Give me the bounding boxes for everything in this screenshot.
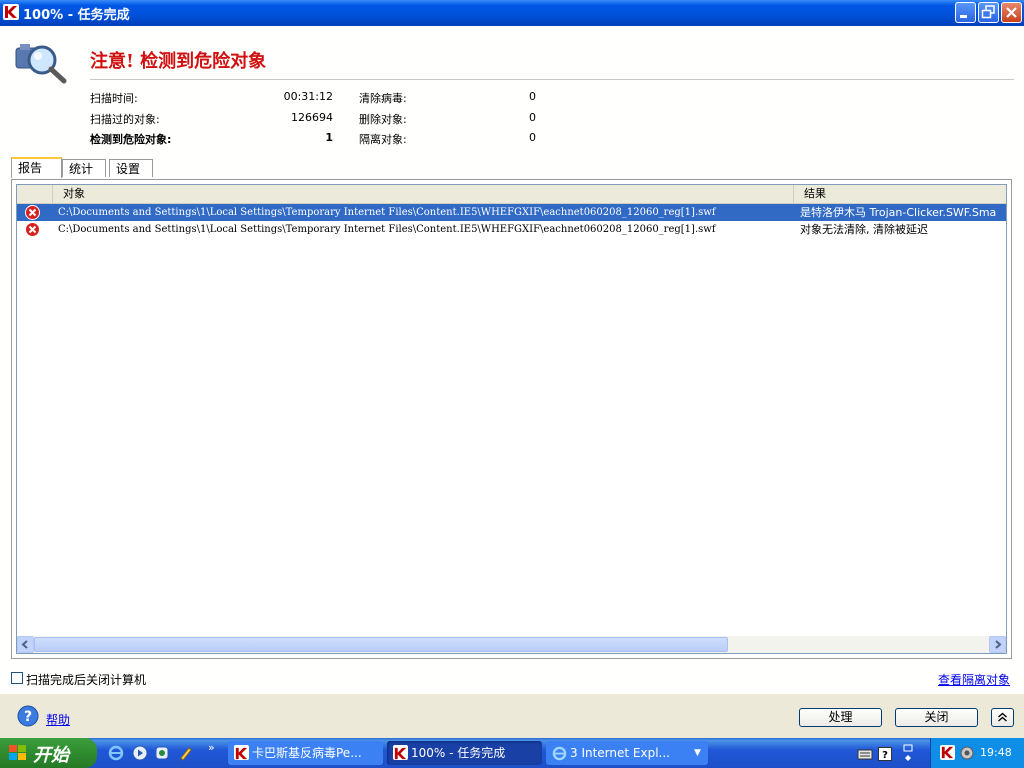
- ie-taskbar-icon: [552, 745, 567, 765]
- messenger-quicklaunch-icon[interactable]: [154, 745, 170, 761]
- language-help-tray-icon[interactable]: ?: [878, 747, 894, 763]
- list-header: 对象 结果: [17, 185, 1006, 204]
- help-icon[interactable]: ?: [17, 705, 39, 730]
- kaspersky-taskbar-icon: [393, 745, 408, 760]
- divider: [90, 79, 1014, 80]
- deleted-value: 0: [529, 111, 536, 124]
- object-result: 是特洛伊木马 Trojan-Clicker.SWF.Sma: [800, 206, 997, 219]
- windows-logo-icon: [9, 745, 27, 766]
- taskbar-item-kaspersky[interactable]: 卡巴斯基反病毒Pe...: [228, 741, 383, 765]
- object-path: C:\Documents and Settings\1\Local Settin…: [58, 224, 716, 235]
- column-header-result[interactable]: 结果: [794, 185, 1006, 203]
- scanned-objects-value: 126694: [291, 111, 333, 124]
- report-panel: 对象 结果 C:\Documents and Settings\1\Local …: [11, 179, 1012, 659]
- process-button[interactable]: 处理: [799, 708, 882, 727]
- object-path: C:\Documents and Settings\1\Local Settin…: [58, 207, 716, 218]
- taskbar-item-label: 卡巴斯基反病毒Pe...: [252, 746, 362, 760]
- keyboard-tray-icon[interactable]: [857, 747, 873, 763]
- title-bar[interactable]: 100% - 任务完成: [0, 0, 1024, 26]
- kaspersky-tray-icon[interactable]: [940, 745, 955, 760]
- scrollbar-thumb[interactable]: [34, 637, 728, 652]
- taskbar-item-label: 3 Internet Expl...: [570, 746, 670, 760]
- view-quarantine-link[interactable]: 查看隔离对象: [938, 671, 1010, 688]
- threats-detected-value: 1: [325, 131, 333, 144]
- window-title: 100% - 任务完成: [23, 8, 130, 23]
- close-button[interactable]: 关闭: [895, 708, 978, 727]
- taskbar-item-internet-explorer[interactable]: 3 Internet Expl... ▼: [546, 741, 708, 765]
- scan-time-value: 00:31:12: [283, 90, 333, 103]
- taskbar-item-task-complete[interactable]: 100% - 任务完成: [387, 741, 542, 765]
- tab-report[interactable]: 报告: [11, 157, 62, 178]
- svg-text:?: ?: [24, 709, 32, 725]
- help-link[interactable]: 帮助: [46, 711, 70, 728]
- restore-button[interactable]: [978, 2, 999, 23]
- kaspersky-taskbar-icon: [234, 745, 249, 760]
- speaker-tray-icon[interactable]: [959, 745, 975, 764]
- detected-objects-list[interactable]: 对象 结果 C:\Documents and Settings\1\Local …: [16, 184, 1007, 654]
- threats-detected-label: 检测到危险对象:: [90, 133, 172, 146]
- expand-tray-icon[interactable]: [902, 743, 918, 761]
- start-label: 开始: [33, 745, 69, 766]
- kaspersky-logo-icon: [3, 4, 19, 20]
- disinfected-label: 清除病毒:: [359, 92, 407, 105]
- taskbar-item-label: 100% - 任务完成: [411, 746, 506, 760]
- minimize-button[interactable]: [955, 2, 976, 23]
- tab-settings[interactable]: 设置: [109, 159, 153, 177]
- clock[interactable]: 19:48: [980, 746, 1012, 759]
- list-item[interactable]: C:\Documents and Settings\1\Local Settin…: [17, 221, 1006, 238]
- shutdown-after-scan-label[interactable]: 扫描完成后关闭计算机: [26, 671, 146, 688]
- scroll-left-button[interactable]: [17, 636, 34, 653]
- desktop-quicklaunch-icon[interactable]: [178, 745, 194, 761]
- group-dropdown-icon: ▼: [694, 748, 701, 758]
- quicklaunch-overflow-icon[interactable]: »: [208, 741, 215, 754]
- start-button[interactable]: 开始: [0, 738, 97, 768]
- scan-time-label: 扫描时间:: [90, 92, 138, 105]
- svg-text:?: ?: [882, 750, 888, 761]
- quarantined-label: 隔离对象:: [359, 133, 407, 146]
- quarantined-value: 0: [529, 131, 536, 144]
- taskbar: 开始 » 卡巴斯基反病毒Pe... 100% - 任务完成 3 Internet…: [0, 738, 1024, 768]
- media-player-quicklaunch-icon[interactable]: [132, 745, 148, 761]
- column-header-object[interactable]: 对象: [53, 185, 794, 203]
- shutdown-after-scan-checkbox[interactable]: [11, 672, 23, 684]
- disinfected-value: 0: [529, 90, 536, 103]
- icon-column-header[interactable]: [17, 185, 53, 203]
- list-item[interactable]: C:\Documents and Settings\1\Local Settin…: [17, 204, 1006, 221]
- close-window-button[interactable]: [1001, 2, 1022, 23]
- threat-error-icon: [25, 205, 40, 221]
- ie-quicklaunch-icon[interactable]: [108, 745, 124, 761]
- scroll-right-button[interactable]: [989, 636, 1006, 653]
- collapse-button[interactable]: [991, 708, 1014, 727]
- scanned-objects-label: 扫描过的对象:: [90, 113, 160, 126]
- alert-title: 注意! 检测到危险对象: [90, 51, 267, 72]
- tab-statistics[interactable]: 统计: [62, 159, 106, 177]
- object-result: 对象无法清除, 清除被延迟: [800, 223, 928, 236]
- threat-error-icon: [25, 222, 40, 238]
- horizontal-scrollbar[interactable]: [17, 636, 1006, 653]
- scan-magnifier-icon: [12, 38, 70, 91]
- deleted-label: 删除对象:: [359, 113, 407, 126]
